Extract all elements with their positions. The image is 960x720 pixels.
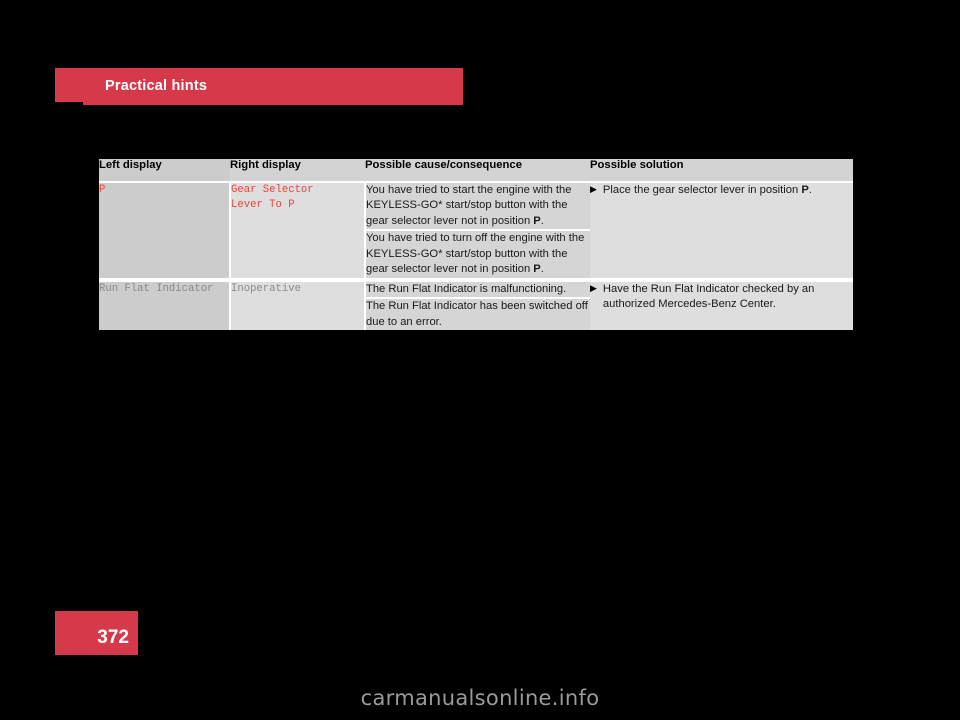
right-display-line: Inoperative	[231, 282, 301, 295]
list-item: ▶ Place the gear selector lever in posit…	[590, 183, 853, 198]
column-header-left-display: Left display	[99, 159, 230, 183]
cell-possible-cause: The Run Flat Indicator is malfunctioning…	[365, 281, 590, 299]
column-header-possible-cause: Possible cause/consequence	[365, 159, 590, 183]
cell-left-display: P	[99, 182, 231, 278]
solution-text: Have the Run Flat Indicator checked by a…	[602, 282, 815, 311]
watermark: carmanualsonline.info	[360, 686, 600, 710]
cause-text: You have tried to turn off the engine wi…	[366, 232, 585, 276]
solution-text: Place the gear selector lever in positio…	[602, 184, 812, 196]
display-messages-table: Left display Right display Possible caus…	[99, 159, 853, 331]
page-number-block: 372	[55, 611, 138, 655]
cell-possible-cause: You have tried to turn off the engine wi…	[365, 229, 590, 278]
left-display-line: Run Flat Indicator	[99, 282, 214, 295]
cell-possible-solution: ▶ Place the gear selector lever in posit…	[590, 182, 853, 278]
section-header-notch	[55, 102, 83, 106]
cell-right-display: Inoperative	[230, 281, 366, 331]
cell-right-display: Gear Selector Lever To P	[230, 182, 366, 278]
cell-possible-solution: ▶ Have the Run Flat Indicator checked by…	[590, 281, 853, 331]
list-item: ▶ Have the Run Flat Indicator checked by…	[590, 282, 853, 313]
right-display-line: Lever To P	[231, 199, 295, 212]
cell-possible-cause: You have tried to start the engine with …	[365, 182, 590, 231]
cell-possible-cause: The Run Flat Indicator has been switched…	[365, 297, 590, 331]
right-display-line: Gear Selector	[231, 184, 314, 196]
table-header-row: Left display Right display Possible caus…	[99, 159, 853, 183]
column-header-right-display: Right display	[230, 159, 365, 183]
cell-left-display: Run Flat Indicator	[99, 281, 231, 331]
page-number: 372	[97, 627, 129, 648]
left-display-line: P	[99, 184, 106, 196]
table-row: Run Flat Indicator Inoperative The Run F…	[99, 281, 853, 331]
triangle-bullet-icon: ▶	[590, 184, 597, 194]
column-header-possible-solution: Possible solution	[590, 159, 853, 183]
page-title: Practical hints	[105, 78, 208, 94]
triangle-bullet-icon: ▶	[590, 282, 597, 293]
cause-text: You have tried to start the engine with …	[366, 184, 572, 227]
table-row: P Gear Selector Lever To P You have trie…	[99, 182, 853, 278]
